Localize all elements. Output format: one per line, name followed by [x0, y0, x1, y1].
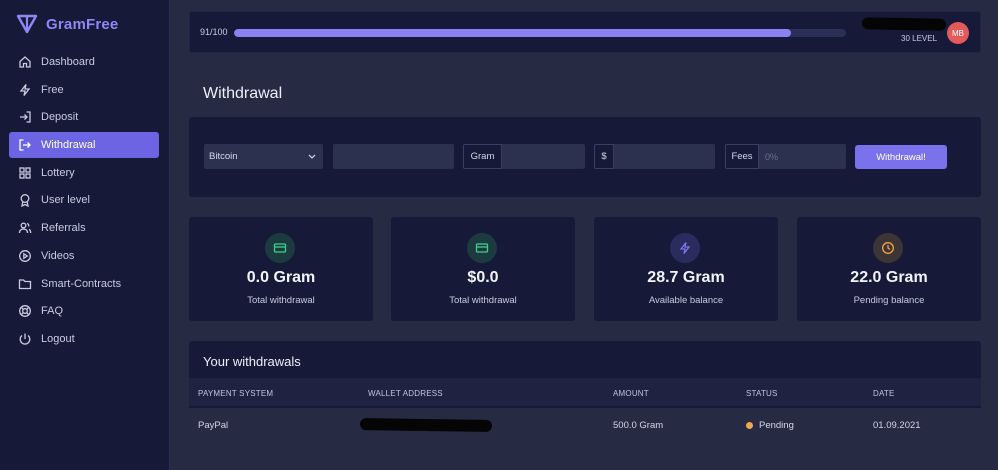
stat-card-pending-balance: 22.0 Gram Pending balance: [797, 217, 981, 321]
power-icon: [19, 333, 31, 345]
stat-icon-wrap: [670, 233, 700, 263]
card-icon: [475, 243, 489, 253]
sidebar-item-free[interactable]: Free: [9, 77, 159, 103]
chevron-down-icon: [308, 154, 316, 159]
sidebar: GramFree Dashboard Free Deposit Withdraw…: [0, 0, 170, 470]
progress-track: [234, 29, 846, 37]
column-header-amount: AMOUNT: [613, 389, 649, 398]
redacted-username: [861, 17, 947, 31]
sidebar-item-referrals[interactable]: Referrals: [9, 215, 159, 241]
dollar-prefix: $: [594, 144, 614, 169]
level-progress-bar: 91/100 30 LEVEL MB: [189, 11, 981, 53]
gramfree-logo-icon: [16, 14, 38, 34]
home-icon: [19, 56, 31, 68]
sidebar-item-logout[interactable]: Logout: [9, 326, 159, 352]
fees-prefix-label: Fees: [731, 151, 753, 162]
folder-icon: [18, 278, 32, 289]
column-header-payment-system: PAYMENT SYSTEM: [198, 389, 274, 398]
sidebar-item-label: Videos: [41, 249, 75, 262]
payment-method-value: Bitcoin: [209, 151, 238, 162]
withdrawal-submit-label: Withdrawal!: [876, 151, 926, 163]
users-icon: [18, 222, 32, 234]
cell-date: 01.09.2021: [873, 420, 921, 431]
lightning-icon: [19, 83, 31, 96]
cell-amount: 500.0 Gram: [613, 420, 664, 431]
page-title: Withdrawal: [203, 85, 283, 102]
brand-name: GramFree: [46, 15, 119, 33]
stat-icon-wrap: [467, 233, 497, 263]
sidebar-item-label: FAQ: [41, 305, 64, 318]
logout-arrow-icon: [19, 139, 31, 151]
cell-status-text: Pending: [759, 420, 794, 431]
avatar[interactable]: MB: [947, 22, 969, 44]
stat-label: Total withdrawal: [449, 295, 517, 306]
sidebar-item-label: Dashboard: [41, 56, 95, 68]
sidebar-item-label: Smart-Contracts: [41, 277, 122, 290]
stat-card-total-withdrawal-gram: 0.0 Gram Total withdrawal: [189, 217, 373, 321]
fees-input[interactable]: [759, 144, 846, 169]
withdrawal-submit-button[interactable]: Withdrawal!: [855, 145, 947, 169]
sidebar-nav: Dashboard Free Deposit Withdrawal Lotter…: [9, 49, 159, 354]
cell-status: Pending: [746, 420, 794, 431]
column-header-status: STATUS: [746, 389, 778, 398]
stat-icon-wrap: [265, 233, 295, 263]
dollar-amount-input[interactable]: [614, 144, 715, 169]
sidebar-item-user-level[interactable]: User level: [9, 187, 159, 213]
stat-card-available-balance: 28.7 Gram Available balance: [594, 217, 778, 321]
sidebar-item-faq[interactable]: FAQ: [9, 298, 159, 324]
column-header-wallet-address: WALLET ADDRESS: [368, 389, 443, 398]
payment-method-select[interactable]: Bitcoin: [204, 144, 323, 169]
stat-label: Total withdrawal: [247, 295, 315, 306]
sidebar-item-videos[interactable]: Videos: [9, 243, 159, 269]
lifebuoy-icon: [19, 305, 31, 318]
sidebar-item-label: Deposit: [41, 111, 79, 124]
redacted-wallet-address: [359, 418, 493, 432]
grid-icon: [19, 167, 31, 179]
level-text: 30 LEVEL: [901, 34, 938, 43]
wallet-address-input[interactable]: [333, 144, 454, 169]
table-header: PAYMENT SYSTEM WALLET ADDRESS AMOUNT STA…: [189, 378, 981, 406]
card-icon: [273, 243, 287, 253]
award-icon: [20, 194, 30, 208]
sidebar-item-withdrawal[interactable]: Withdrawal: [9, 132, 159, 159]
dollar-prefix-label: $: [601, 151, 607, 162]
stat-label: Available balance: [648, 295, 724, 306]
login-icon: [20, 111, 31, 124]
lightning-icon: [679, 242, 691, 254]
gram-prefix: Gram: [463, 144, 502, 169]
table-row: PayPal 500.0 Gram Pending 01.09.2021: [189, 408, 981, 441]
sidebar-item-label: Logout: [41, 332, 75, 345]
status-dot-icon: [746, 421, 753, 429]
sidebar-item-deposit[interactable]: Deposit: [9, 104, 159, 130]
column-header-date: DATE: [873, 389, 895, 398]
stat-card-total-withdrawal-usd: $0.0 Total withdrawal: [391, 217, 575, 321]
play-circle-icon: [19, 249, 31, 262]
progress-text: 91/100: [200, 27, 228, 37]
clock-icon: [882, 242, 894, 254]
sidebar-item-label: User level: [41, 194, 90, 207]
stat-icon-wrap: [873, 233, 903, 263]
avatar-initials: MB: [952, 28, 964, 38]
stat-label: Pending balance: [853, 295, 925, 306]
stat-value: 0.0 Gram: [246, 269, 316, 286]
sidebar-item-smart-contracts[interactable]: Smart-Contracts: [9, 271, 159, 297]
withdrawals-table: Your withdrawals PAYMENT SYSTEM WALLET A…: [189, 341, 981, 441]
cell-payment-system: PayPal: [198, 420, 229, 431]
sidebar-item-label: Lottery: [41, 166, 75, 179]
fees-prefix: Fees: [725, 144, 759, 169]
sidebar-item-label: Referrals: [41, 222, 86, 235]
sidebar-item-label: Free: [41, 83, 64, 96]
table-title: Your withdrawals: [203, 354, 301, 369]
progress-fill: [234, 29, 791, 37]
gram-prefix-label: Gram: [470, 151, 495, 162]
withdrawal-form: Bitcoin Gram $ Fees Withdrawal!: [189, 117, 981, 197]
stat-value: $0.0: [467, 269, 499, 286]
stat-value: 22.0 Gram: [850, 269, 928, 286]
sidebar-item-dashboard[interactable]: Dashboard: [9, 49, 159, 75]
gram-amount-input[interactable]: [502, 144, 585, 169]
brand-logo[interactable]: GramFree: [16, 12, 118, 36]
sidebar-item-lottery[interactable]: Lottery: [9, 160, 159, 186]
sidebar-item-label: Withdrawal: [41, 139, 96, 152]
stat-value: 28.7 Gram: [647, 269, 725, 286]
